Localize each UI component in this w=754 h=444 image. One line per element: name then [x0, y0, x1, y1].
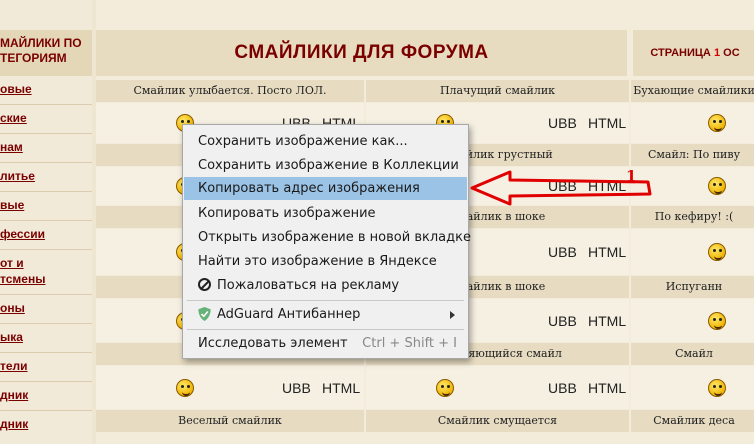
sidebar-heading-line1: МАЙЛИКИ ПО	[0, 36, 82, 50]
divider	[0, 323, 92, 324]
annotation-number: 1	[626, 167, 637, 185]
menu-save-image-to-collection[interactable]: Сохранить изображение в Коллекции	[184, 154, 467, 177]
sidebar-item[interactable]: ыка	[0, 330, 92, 344]
menu-open-image-new-tab[interactable]: Открыть изображение в новой вкладке	[184, 226, 471, 249]
title-cell: СМАЙЛИКИ ДЛЯ ФОРУМА	[96, 30, 630, 76]
sidebar-item[interactable]: дник	[0, 388, 92, 402]
html-link[interactable]: HTML	[588, 312, 626, 330]
page-indicator: СТРАНИЦА 1 ОС	[650, 47, 740, 59]
ubb-link[interactable]: UBB	[548, 312, 577, 330]
smiley-caption: Плачущий смайлик	[366, 80, 629, 102]
menu-search-image-yandex[interactable]: Найти это изображение в Яндексе	[184, 250, 467, 273]
smiley-caption: Смайлик смущается	[366, 410, 629, 432]
divider	[0, 352, 92, 353]
smiley-icon[interactable]	[176, 378, 194, 397]
smiley-caption: Смайл: По пиву	[631, 144, 754, 166]
ubb-link[interactable]: UBB	[282, 379, 311, 397]
smiley-cell	[631, 229, 754, 275]
smiley-cell	[631, 366, 754, 409]
divider	[0, 294, 92, 295]
page-indicator-cell: СТРАНИЦА 1 ОС	[633, 30, 754, 76]
smiley-caption: Бухающие смайлики	[631, 80, 754, 102]
category-sidebar: МАЙЛИКИ ПО ТЕГОРИЯМ овые ские нам литье …	[0, 0, 92, 444]
divider	[0, 381, 92, 382]
smiley-caption: Испуганн	[631, 276, 754, 298]
sidebar-item[interactable]: тели	[0, 359, 92, 373]
sidebar-item[interactable]: литье	[0, 169, 92, 183]
html-link[interactable]: HTML	[588, 114, 626, 132]
menu-inspect-label: Исследовать элемент	[198, 336, 348, 351]
sidebar-item[interactable]: вые	[0, 198, 92, 212]
sidebar-item[interactable]: нам	[0, 140, 92, 154]
ubb-link[interactable]: UBB	[548, 243, 577, 261]
sidebar-item[interactable]: ские	[0, 111, 92, 125]
smiley-caption: Смайлик деса	[631, 410, 754, 432]
smiley-icon[interactable]	[708, 243, 726, 261]
ubb-link[interactable]: UBB	[548, 114, 577, 132]
smiley-cell: UBB HTML	[96, 366, 364, 409]
smiley-icon[interactable]	[708, 177, 726, 195]
menu-separator	[187, 300, 464, 301]
smiley-icon[interactable]	[708, 311, 726, 330]
sidebar-item[interactable]: тсмены	[0, 272, 92, 286]
ubb-link[interactable]: UBB	[548, 379, 577, 397]
shortcut-hint: Ctrl + Shift + I	[362, 336, 457, 351]
smiley-caption: По кефиру! :(	[631, 206, 754, 228]
block-icon	[198, 278, 211, 291]
smiley-caption: Веселый смайлик	[96, 410, 364, 432]
smiley-icon[interactable]	[436, 378, 454, 397]
menu-save-image-as[interactable]: Сохранить изображение как...	[184, 130, 467, 153]
menu-copy-image-address[interactable]: Копировать адрес изображения	[184, 177, 467, 200]
divider	[0, 133, 92, 134]
menu-report-ad[interactable]: Пожаловаться на рекламу	[184, 274, 467, 297]
menu-separator	[187, 329, 464, 330]
menu-inspect-element[interactable]: Исследовать элемент Ctrl + Shift + I	[184, 332, 467, 355]
context-menu: Сохранить изображение как... Сохранить и…	[182, 124, 471, 359]
html-link[interactable]: HTML	[588, 379, 626, 397]
smiley-caption: Смайл	[631, 343, 754, 365]
sidebar-item[interactable]: оны	[0, 301, 92, 315]
divider	[0, 104, 92, 105]
smiley-cell: UBB HTML	[366, 366, 629, 409]
sidebar-item[interactable]: фессии	[0, 227, 92, 241]
menu-adguard[interactable]: AdGuard Антибаннер	[184, 303, 467, 326]
adguard-shield-icon	[198, 306, 211, 321]
sidebar-item[interactable]: дник	[0, 417, 92, 431]
submenu-arrow-icon	[450, 311, 455, 319]
html-link[interactable]: HTML	[322, 379, 360, 397]
menu-report-ad-label: Пожаловаться на рекламу	[217, 278, 400, 293]
menu-adguard-label: AdGuard Антибаннер	[217, 307, 361, 322]
smiley-icon[interactable]	[708, 378, 726, 397]
divider	[0, 191, 92, 192]
sidebar-item[interactable]: овые	[0, 82, 92, 96]
sidebar-item[interactable]: от и	[0, 256, 92, 270]
smiley-cell	[631, 299, 754, 342]
sidebar-heading: МАЙЛИКИ ПО ТЕГОРИЯМ	[0, 30, 92, 76]
divider	[0, 249, 92, 250]
page-title: СМАЙЛИКИ ДЛЯ ФОРУМА	[234, 42, 489, 63]
smiley-icon[interactable]	[708, 114, 726, 132]
html-link[interactable]: HTML	[588, 243, 626, 261]
smiley-cell	[631, 103, 754, 143]
sidebar-heading-line2: ТЕГОРИЯМ	[0, 51, 67, 65]
menu-copy-image[interactable]: Копировать изображение	[184, 202, 467, 225]
divider	[0, 162, 92, 163]
divider	[0, 410, 92, 411]
page-number[interactable]: 1	[714, 47, 720, 59]
divider	[0, 220, 92, 221]
smiley-caption: Смайлик улыбается. Посто ЛОЛ.	[96, 80, 364, 102]
